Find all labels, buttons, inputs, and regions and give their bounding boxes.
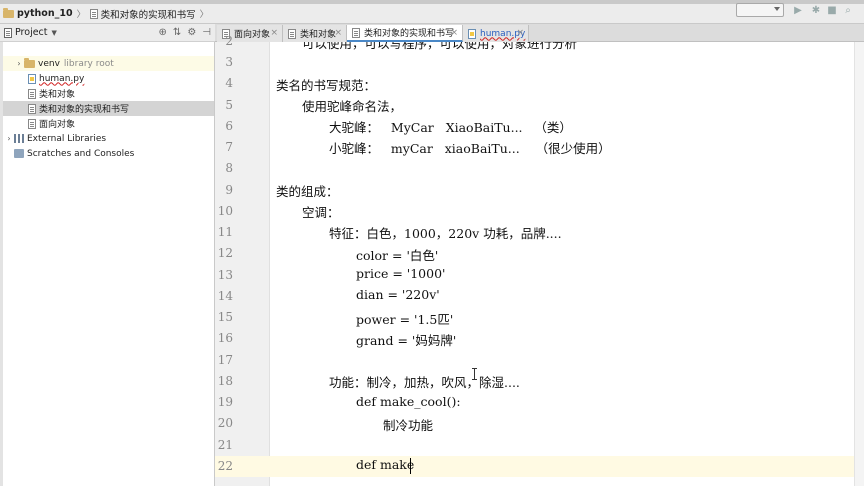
mouse-cursor (472, 368, 477, 380)
stop-icon[interactable]: ■ (826, 4, 838, 16)
navigation-bar: python_10 〉 类和对象的实现和书写 〉 (0, 4, 864, 24)
code-line: 特征：白色，1000，220v 功耗，品牌.... (329, 226, 562, 241)
code-line: grand = '妈妈牌' (356, 333, 457, 348)
line-number: 10 (217, 204, 233, 218)
vertical-scrollbar[interactable] (854, 42, 864, 486)
line-number: 20 (217, 416, 233, 430)
line-number: 3 (225, 55, 233, 69)
text-file-icon (352, 27, 360, 38)
code-line: 类的组成： (276, 184, 339, 199)
code-line: 空调： (302, 205, 340, 220)
code-line: power = '1.5匹' (356, 312, 454, 327)
chevron-right-icon[interactable]: › (14, 59, 24, 68)
line-number: 8 (225, 161, 233, 175)
code-line: def make_cool(): (356, 394, 461, 409)
search-icon[interactable]: ⌕ (842, 4, 854, 16)
line-number: 11 (217, 225, 233, 239)
debug-icon[interactable]: ✱ (810, 4, 822, 16)
project-tree: › venv library root human.py 类和对象 类和对象的实… (0, 42, 215, 486)
tree-item-oop[interactable]: 面向对象 (0, 116, 214, 131)
breadcrumb-project[interactable]: python_10 (0, 4, 76, 24)
project-icon (4, 27, 12, 38)
editor-tab-bar: 面向对象 × 类和对象 × 类和对象的实现和书写 × human.py × (215, 24, 864, 42)
line-number: 2 (225, 34, 233, 48)
run-configuration-select[interactable] (736, 3, 784, 17)
code-line: 大驼峰： MyCar XiaoBaiTu... （类） (329, 120, 572, 135)
code-line: dian = '220v' (356, 287, 440, 302)
breadcrumb-separator: 〉 (76, 10, 86, 20)
line-number: 15 (217, 310, 233, 324)
text-file-icon (28, 103, 36, 114)
project-panel-header: Project ▼ ⊕ ⇅ ⚙ ⊣ (0, 24, 215, 42)
code-line: 小驼峰： myCar xiaoBaiTu... （很少使用） (329, 141, 611, 156)
line-number: 13 (217, 268, 233, 282)
line-number: 5 (225, 98, 233, 112)
project-panel-title[interactable]: Project (15, 27, 48, 38)
tree-item-scratches[interactable]: Scratches and Consoles (0, 146, 214, 161)
tree-item-classes-objects[interactable]: 类和对象 (0, 86, 214, 101)
close-icon[interactable]: × (334, 28, 342, 38)
python-file-icon (468, 28, 476, 39)
line-number: 18 (217, 374, 233, 388)
tree-item-class-implementation[interactable]: 类和对象的实现和书写 (0, 101, 214, 116)
close-icon[interactable]: × (450, 28, 458, 38)
breadcrumb-file[interactable]: 类和对象的实现和书写 (87, 4, 199, 24)
chevron-down-icon[interactable]: ▼ (52, 29, 57, 37)
tab-human-py[interactable]: human.py × (463, 25, 529, 42)
text-file-icon (28, 88, 36, 99)
chevron-right-icon[interactable]: › (4, 134, 14, 143)
text-caret (410, 458, 411, 474)
run-icon[interactable]: ▶ (792, 4, 804, 16)
file-icon (89, 8, 98, 19)
code-line: 功能：制冷，加热，吹风，除湿.... (329, 375, 520, 390)
code-line: price = '1000' (356, 266, 446, 281)
folder-icon (3, 7, 14, 18)
text-file-icon (288, 28, 296, 39)
tree-item-venv[interactable]: › venv library root (0, 56, 214, 71)
close-icon[interactable]: × (270, 28, 278, 38)
tree-item-human-py[interactable]: human.py (0, 71, 214, 86)
line-number: 22 (217, 459, 233, 473)
code-line: color = '白色' (356, 248, 439, 263)
folder-icon (24, 57, 35, 68)
breadcrumb-separator: 〉 (199, 10, 209, 20)
code-line: 使用驼峰命名法， (302, 99, 403, 114)
tool-window-stripe (0, 42, 3, 486)
hide-icon[interactable]: ⊣ (202, 27, 211, 38)
tab-classes-objects[interactable]: 类和对象 × (283, 25, 347, 42)
close-icon[interactable]: × (516, 28, 524, 38)
tree-item-external-libraries[interactable]: › External Libraries (0, 131, 214, 146)
scratches-icon (14, 149, 24, 158)
line-number: 12 (217, 246, 233, 260)
locate-icon[interactable]: ⊕ (159, 27, 167, 38)
code-line: 制冷功能 (383, 418, 434, 433)
line-number: 7 (225, 140, 233, 154)
text-file-icon (28, 118, 36, 129)
collapse-icon[interactable]: ⇅ (173, 27, 181, 38)
line-number: 14 (217, 289, 233, 303)
chevron-down-icon (774, 7, 780, 11)
code-line: def make (356, 457, 415, 472)
line-number: 9 (225, 183, 233, 197)
library-icon (14, 134, 24, 143)
line-number: 19 (217, 395, 233, 409)
gear-icon[interactable]: ⚙ (187, 27, 196, 38)
tab-class-implementation[interactable]: 类和对象的实现和书写 × (347, 25, 463, 42)
python-file-icon (28, 73, 36, 84)
line-number: 6 (225, 119, 233, 133)
code-line: 类名的书写规范： (276, 78, 377, 93)
line-number: 17 (217, 353, 233, 367)
line-number: 16 (217, 331, 233, 345)
line-number: 21 (217, 438, 233, 452)
line-number: 4 (225, 76, 233, 90)
